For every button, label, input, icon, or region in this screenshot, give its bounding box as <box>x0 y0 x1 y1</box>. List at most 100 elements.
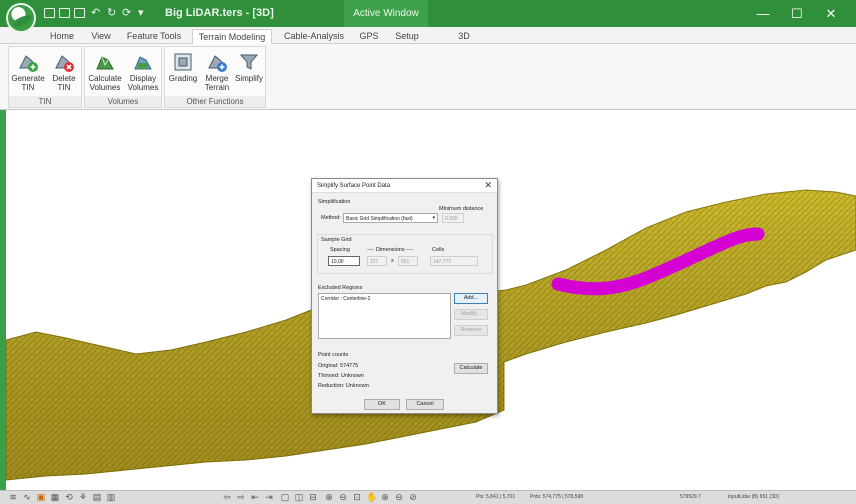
simplification-heading: Simplification <box>318 199 351 205</box>
merge-terrain-label-1: Merge <box>205 74 229 83</box>
tab-home[interactable]: Home <box>44 29 80 44</box>
generate-tin-label-2: TIN <box>21 83 35 92</box>
min-distance-field[interactable]: 0.300 <box>442 213 464 223</box>
tab-gps[interactable]: GPS <box>354 29 384 44</box>
display-volumes-label-2: Volumes <box>127 83 159 92</box>
simplify-surface-dialog: Simplify Surface Point Data ✕ Simplifica… <box>311 178 498 414</box>
points-total-text: Pnts: 574,775 | 578,598 <box>530 494 584 500</box>
ribbon-tabs: Home View Feature Tools Terrain Modeling… <box>0 27 856 45</box>
modify-region-button[interactable]: Modify... <box>454 309 488 320</box>
dimension-x-field: 227 <box>367 256 387 266</box>
dialog-title: Simplify Surface Point Data <box>317 183 391 189</box>
lock-icon[interactable]: ⊡ <box>352 493 362 502</box>
display-volumes-icon <box>132 51 154 73</box>
tab-view[interactable]: View <box>84 29 118 44</box>
delete-tin-label-2: TIN <box>57 83 71 92</box>
cancel-button[interactable]: Cancel <box>406 399 444 410</box>
refresh-icon[interactable]: ⟳ <box>122 7 131 20</box>
rotate-icon[interactable]: ⟲ <box>64 493 74 502</box>
display-volumes-button[interactable]: Display Volumes <box>125 49 161 97</box>
app-logo-icon[interactable] <box>6 3 36 33</box>
grid-icon[interactable]: ▦ <box>50 493 60 502</box>
wireframe-icon[interactable]: ≋ <box>8 493 18 502</box>
tab-setup[interactable]: Setup <box>390 29 424 44</box>
pan-forward-icon[interactable]: ⇥ <box>264 493 274 502</box>
coordinate-readout: 579529.7 <box>680 494 701 500</box>
merge-terrain-icon <box>206 51 228 73</box>
zoom-extents-icon[interactable]: ⊖ <box>338 493 348 502</box>
calculate-button[interactable]: Calculate <box>454 363 488 374</box>
save-icon[interactable] <box>74 8 85 18</box>
split-view-icon[interactable]: ◫ <box>294 493 304 502</box>
quick-access-dropdown-icon[interactable]: ▾ <box>138 7 144 20</box>
table-view-icon[interactable]: ⊟ <box>308 493 318 502</box>
point-counts-heading: Point counts <box>318 352 349 358</box>
tab-3d[interactable]: 3D <box>452 29 476 44</box>
generate-tin-icon <box>17 51 39 73</box>
sample-grid-heading: Sample Grid <box>321 237 352 243</box>
hierarchy-icon[interactable]: ⚘ <box>78 493 88 502</box>
excluded-regions-list[interactable]: Corridor : Centerline-2 <box>318 293 451 339</box>
zoom-previous-icon[interactable]: ⊘ <box>408 493 418 502</box>
tab-cable-analysis[interactable]: Cable-Analysis <box>280 29 348 44</box>
open-file-icon[interactable] <box>59 8 70 18</box>
dimensions-label: ---- Dimensions ---- <box>367 247 414 253</box>
remove-region-button[interactable]: Remove <box>454 325 488 336</box>
chart-icon[interactable]: ▤ <box>92 493 102 502</box>
dialog-title-bar: Simplify Surface Point Data ✕ <box>312 179 497 193</box>
ribbon: Generate TIN Delete TIN TIN Calculate Vo… <box>0 44 856 110</box>
grading-icon <box>172 51 194 73</box>
delete-tin-icon <box>53 51 75 73</box>
excluded-regions-heading: Excluded Regions <box>318 285 363 291</box>
tab-terrain-modeling[interactable]: Terrain Modeling <box>192 29 272 45</box>
add-region-button[interactable]: Add... <box>454 293 488 304</box>
undo-icon[interactable]: ↶ <box>91 7 100 20</box>
hand-pan-icon[interactable]: ✋ <box>366 493 377 502</box>
zoom-in-icon[interactable]: ⊕ <box>380 493 390 502</box>
points-selected-text: Pts: 5,841 | 5,701 <box>476 494 516 500</box>
active-layer-text: InputLidar (B) 651 (3D) <box>728 494 780 500</box>
dimension-separator: x <box>391 258 394 264</box>
ok-button[interactable]: OK <box>364 399 400 410</box>
redo-icon[interactable]: ↻ <box>107 7 116 20</box>
surface-icon[interactable]: ▣ <box>36 493 46 502</box>
chevron-down-icon: ▾ <box>432 215 435 221</box>
merge-terrain-button[interactable]: Merge Terrain <box>201 49 233 97</box>
window-icon[interactable]: ▢ <box>280 493 290 502</box>
dialog-close-icon[interactable]: ✕ <box>484 180 492 191</box>
pan-back-icon[interactable]: ⇤ <box>250 493 260 502</box>
ribbon-group-label-tin: TIN <box>9 96 81 107</box>
list-item[interactable]: Corridor : Centerline-2 <box>321 296 448 302</box>
contour-icon[interactable]: ∿ <box>22 493 32 502</box>
minimize-button[interactable]: — <box>746 0 780 27</box>
calculate-volumes-button[interactable]: Calculate Volumes <box>87 49 123 97</box>
tab-feature-tools[interactable]: Feature Tools <box>122 29 186 44</box>
new-file-icon[interactable] <box>44 8 55 18</box>
spacing-input[interactable]: 10.00 <box>328 256 360 266</box>
active-window-label: Active Window <box>344 0 428 27</box>
simplify-icon <box>238 51 260 73</box>
method-label: Method: <box>321 215 341 221</box>
display-volumes-label-1: Display <box>129 74 157 83</box>
simplify-label: Simplify <box>234 74 263 83</box>
pan-right-icon[interactable]: ⇨ <box>236 493 246 502</box>
close-button[interactable]: ✕ <box>814 0 848 27</box>
ribbon-group-label-other-functions: Other Functions <box>165 96 265 107</box>
layers-icon[interactable]: ▥ <box>106 493 116 502</box>
calculate-volumes-label-1: Calculate <box>88 74 122 83</box>
maximize-button[interactable]: ☐ <box>780 0 814 27</box>
reduction-count: Reduction: Unknown <box>318 383 369 389</box>
ribbon-group-tin: Generate TIN Delete TIN TIN <box>8 46 82 108</box>
zoom-window-icon[interactable]: ⊕ <box>324 493 334 502</box>
calculate-volumes-icon <box>94 51 116 73</box>
ribbon-group-volumes: Calculate Volumes Display Volumes Volume… <box>84 46 162 108</box>
method-select[interactable]: Basic Grid Simplification (fast) ▾ <box>343 213 438 223</box>
pan-left-icon[interactable]: ⇦ <box>222 493 232 502</box>
window-title: Big LiDAR.ters - [3D] <box>165 7 274 19</box>
grading-button[interactable]: Grading <box>167 49 199 97</box>
dimension-y-field: 651 <box>398 256 418 266</box>
simplify-button[interactable]: Simplify <box>233 49 265 97</box>
generate-tin-button[interactable]: Generate TIN <box>11 49 45 97</box>
delete-tin-button[interactable]: Delete TIN <box>47 49 81 97</box>
zoom-out-icon[interactable]: ⊖ <box>394 493 404 502</box>
